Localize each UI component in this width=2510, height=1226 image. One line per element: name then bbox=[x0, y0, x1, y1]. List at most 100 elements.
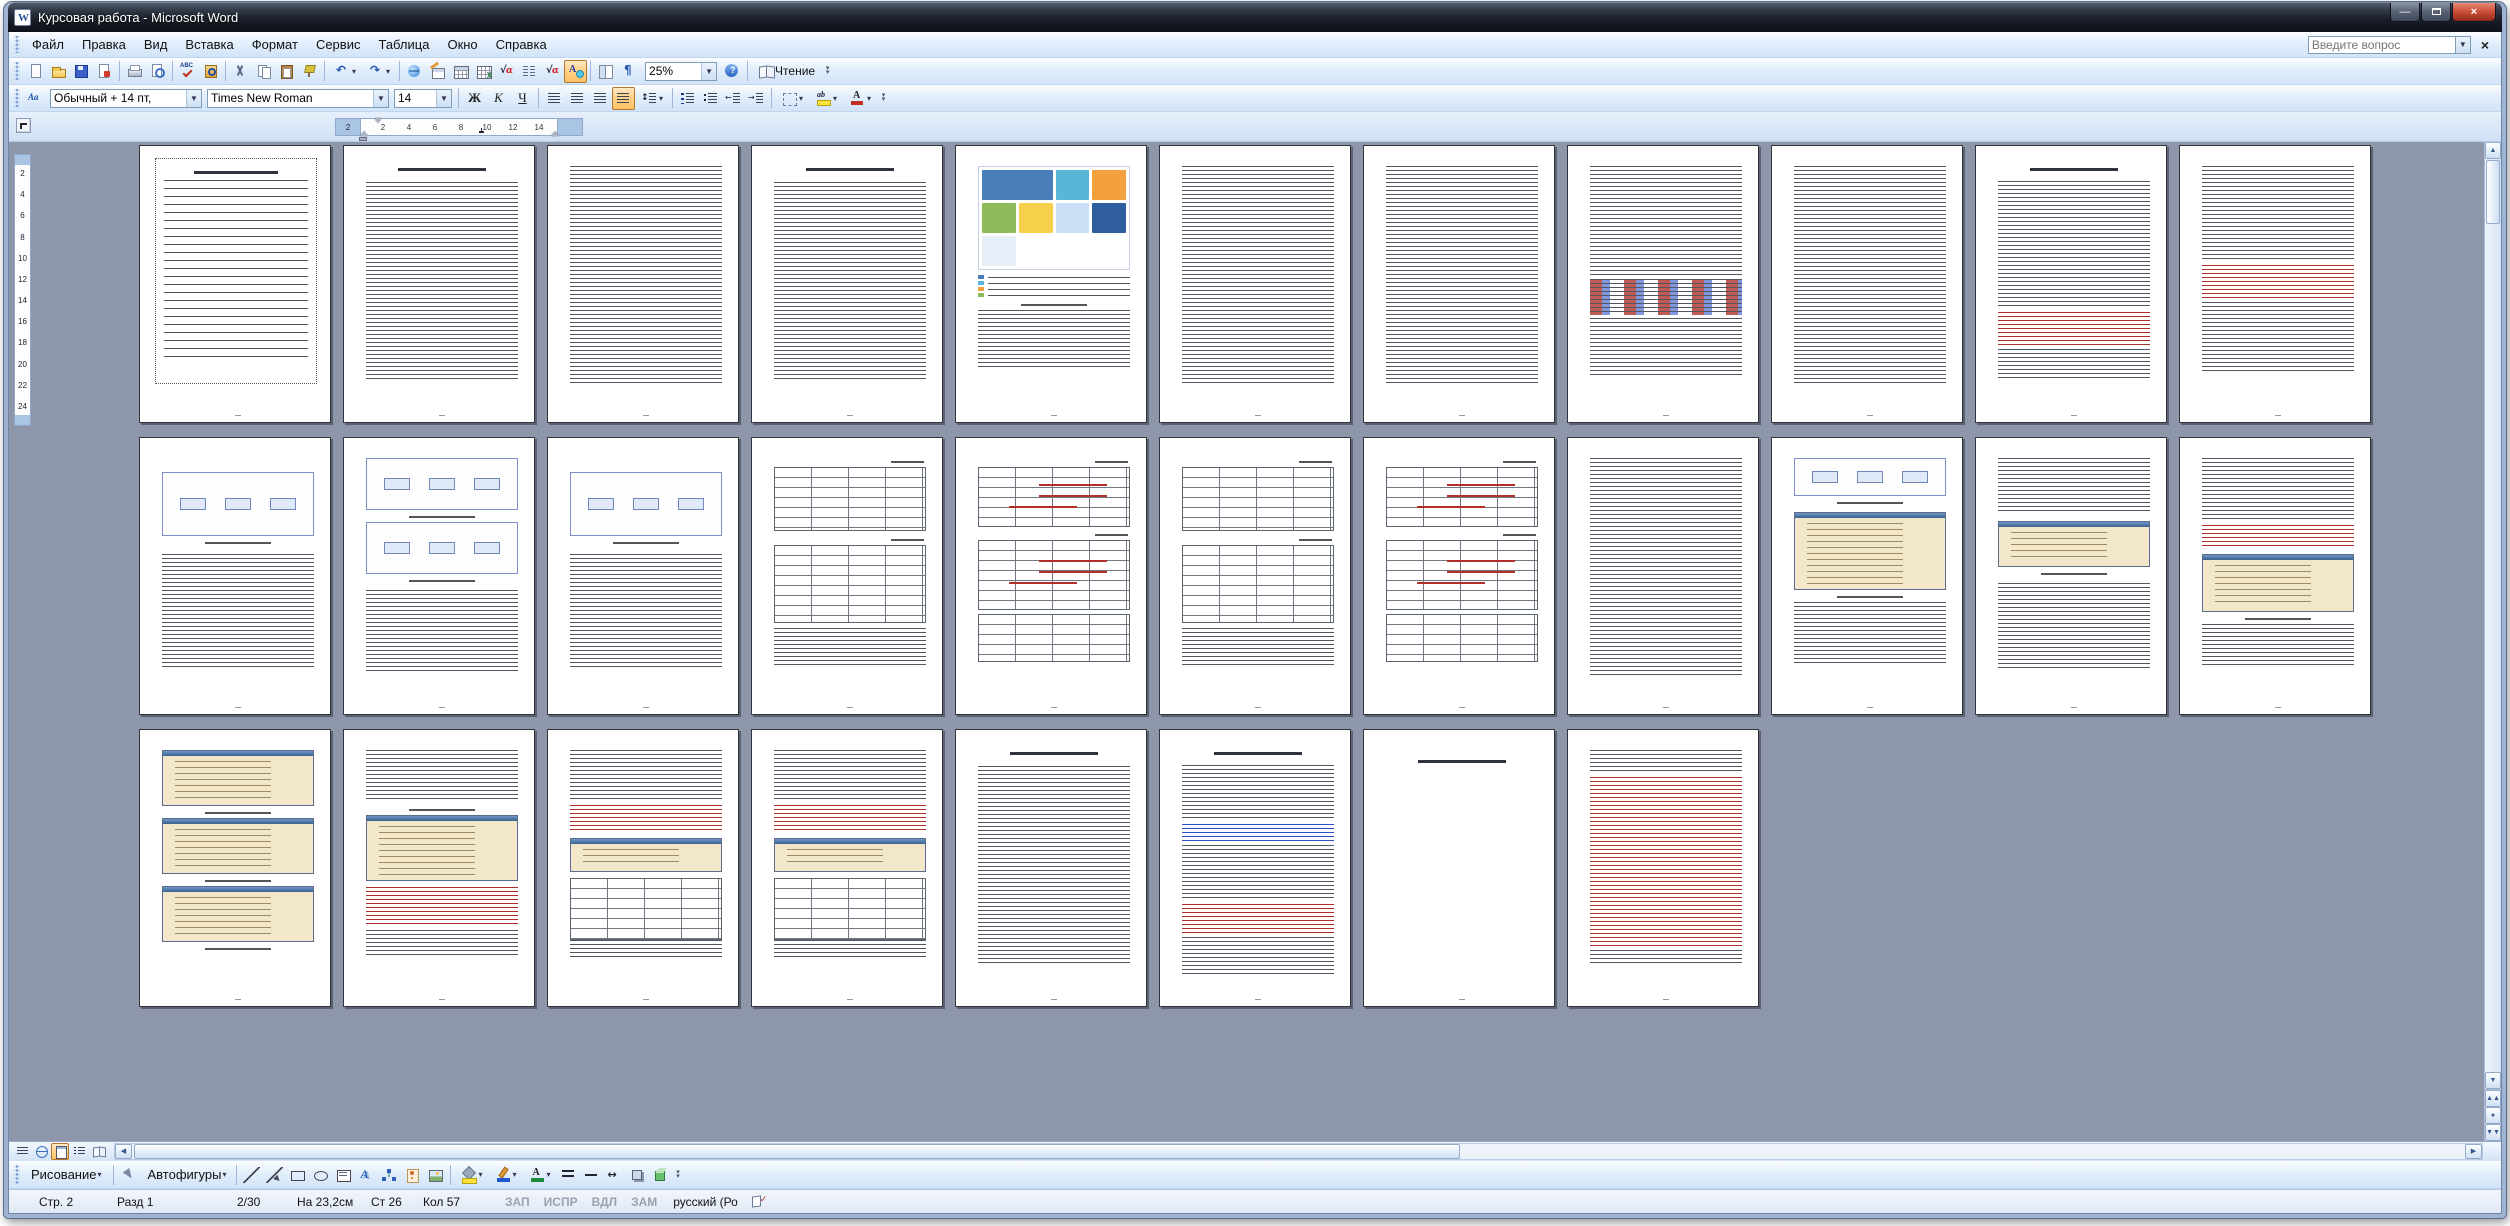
page-thumbnail-heading-text[interactable] bbox=[343, 145, 535, 423]
insert-excel-table-button[interactable] bbox=[472, 60, 495, 83]
undo-button[interactable]: ▾ bbox=[328, 60, 362, 83]
justify-button[interactable] bbox=[612, 87, 635, 110]
formula-button[interactable] bbox=[495, 60, 518, 83]
drawing-button[interactable] bbox=[564, 60, 587, 83]
bulleted-list-button[interactable] bbox=[699, 87, 722, 110]
page-thumbnail-appendix[interactable] bbox=[1363, 729, 1555, 1007]
page-thumbnail-tables-red[interactable] bbox=[955, 437, 1147, 715]
styles-and-formatting-button[interactable] bbox=[24, 87, 47, 110]
maximize-button[interactable] bbox=[2421, 3, 2451, 22]
toolbar-grip[interactable] bbox=[14, 36, 20, 54]
next-page-icon[interactable]: ▼▼ bbox=[2485, 1124, 2501, 1141]
scroll-right-icon[interactable]: ▶ bbox=[2465, 1144, 2482, 1159]
toolbar-options-icon[interactable]: ▾▾ bbox=[822, 60, 833, 83]
tab-type-selector[interactable] bbox=[16, 118, 31, 133]
close-button[interactable]: × bbox=[2452, 3, 2496, 22]
spelling-status-icon[interactable] bbox=[752, 1195, 768, 1208]
page-thumbnail-text[interactable] bbox=[547, 145, 739, 423]
right-indent-marker[interactable] bbox=[551, 127, 559, 136]
print-button[interactable] bbox=[123, 60, 146, 83]
arrow-button[interactable] bbox=[263, 1163, 286, 1186]
menu-view[interactable]: Вид bbox=[135, 33, 177, 56]
show-formatting-marks-button[interactable] bbox=[617, 60, 640, 83]
format-painter-button[interactable] bbox=[298, 60, 321, 83]
vertical-scrollbar[interactable]: ▲ ▼ ▲▲ ● ▼▼ bbox=[2484, 142, 2501, 1141]
menu-table[interactable]: Таблица bbox=[369, 33, 438, 56]
tables-and-borders-button[interactable] bbox=[426, 60, 449, 83]
toolbar-grip[interactable] bbox=[14, 1165, 20, 1184]
question-dropdown-icon[interactable]: ▼ bbox=[2456, 36, 2471, 54]
font-size-input[interactable] bbox=[395, 90, 436, 107]
select-browse-object-icon[interactable]: ● bbox=[2485, 1107, 2501, 1124]
3d-style-button[interactable] bbox=[649, 1163, 672, 1186]
page-thumbnail-diagram-2[interactable] bbox=[343, 437, 535, 715]
horizontal-scroll-thumb[interactable] bbox=[134, 1144, 1460, 1159]
page-thumbnail-text-red[interactable] bbox=[2179, 145, 2371, 423]
outline-view-button[interactable] bbox=[70, 1143, 88, 1160]
scroll-up-icon[interactable]: ▲ bbox=[2485, 142, 2501, 159]
page-thumbnail-screenshots-3[interactable] bbox=[139, 729, 331, 1007]
page-thumbnail-heading-text-red[interactable] bbox=[1975, 145, 2167, 423]
redo-button[interactable]: ▾ bbox=[362, 60, 396, 83]
read-button[interactable]: Чтение bbox=[752, 60, 821, 83]
ask-question-input[interactable] bbox=[2308, 36, 2456, 54]
insert-table-button[interactable] bbox=[449, 60, 472, 83]
page-thumbnail-text-colored[interactable] bbox=[1567, 145, 1759, 423]
font-input[interactable] bbox=[208, 90, 373, 107]
page-thumbnail-heading-text[interactable] bbox=[955, 729, 1147, 1007]
page-thumbnail-heading-text[interactable] bbox=[751, 145, 943, 423]
document-canvas[interactable] bbox=[35, 142, 2484, 1141]
document-map-button[interactable] bbox=[594, 60, 617, 83]
minimize-button[interactable]: — bbox=[2390, 3, 2420, 22]
page-thumbnail-text-red-table[interactable] bbox=[547, 729, 739, 1007]
wordart-button[interactable] bbox=[355, 1163, 378, 1186]
shadow-style-button[interactable] bbox=[626, 1163, 649, 1186]
style-dropdown-icon[interactable]: ▼ bbox=[186, 90, 201, 107]
page-thumbnail-tables[interactable] bbox=[751, 437, 943, 715]
menu-file[interactable]: Файл bbox=[23, 33, 73, 56]
font-size-combo[interactable]: ▼ bbox=[394, 89, 452, 108]
highlight-button[interactable]: ▾ bbox=[809, 87, 843, 110]
page-thumbnail-text-screenshot[interactable] bbox=[2179, 437, 2371, 715]
line-button[interactable] bbox=[240, 1163, 263, 1186]
diagram-chart-button[interactable] bbox=[378, 1163, 401, 1186]
bold-button[interactable]: Ж bbox=[463, 87, 486, 110]
spelling-button[interactable] bbox=[176, 60, 199, 83]
numbered-list-button[interactable] bbox=[676, 87, 699, 110]
fill-color-button[interactable]: ▾ bbox=[454, 1163, 488, 1186]
line-color-button[interactable]: ▾ bbox=[489, 1163, 523, 1186]
toolbar-grip[interactable] bbox=[14, 62, 20, 80]
rectangle-button[interactable] bbox=[286, 1163, 309, 1186]
page-thumbnail-diagram[interactable] bbox=[139, 437, 331, 715]
toolbar-options-icon[interactable]: ▾▾ bbox=[673, 1163, 684, 1186]
italic-button[interactable]: К bbox=[487, 87, 510, 110]
print-layout-view-button[interactable] bbox=[51, 1143, 69, 1160]
print-preview-button[interactable] bbox=[146, 60, 169, 83]
insert-hyperlink-button[interactable] bbox=[403, 60, 426, 83]
align-right-button[interactable] bbox=[589, 87, 612, 110]
reading-view-button[interactable] bbox=[89, 1143, 107, 1160]
research-button[interactable] bbox=[199, 60, 222, 83]
font-dropdown-icon[interactable]: ▼ bbox=[373, 90, 388, 107]
save-button[interactable] bbox=[70, 60, 93, 83]
page-thumbnail-figure-color[interactable] bbox=[955, 145, 1147, 423]
dash-style-button[interactable] bbox=[580, 1163, 603, 1186]
draw-menu-button[interactable]: Рисование ▾ bbox=[24, 1164, 109, 1186]
columns-button[interactable] bbox=[518, 60, 541, 83]
close-document-icon[interactable]: × bbox=[2481, 37, 2489, 53]
status-mode-вдл[interactable]: ВДЛ bbox=[592, 1195, 617, 1209]
page-thumbnail-toc[interactable] bbox=[139, 145, 331, 423]
status-mode-испр[interactable]: ИСПР bbox=[544, 1195, 578, 1209]
style-input[interactable] bbox=[51, 90, 186, 107]
vertical-ruler[interactable]: 24681012141618202224 bbox=[14, 154, 31, 426]
menu-edit[interactable]: Правка bbox=[73, 33, 135, 56]
web-layout-view-button[interactable] bbox=[32, 1143, 50, 1160]
toolbar-grip[interactable] bbox=[14, 89, 20, 107]
scroll-down-icon[interactable]: ▼ bbox=[2485, 1072, 2501, 1089]
formula-2-button[interactable] bbox=[541, 60, 564, 83]
page-thumbnail-text[interactable] bbox=[1567, 437, 1759, 715]
underline-button[interactable]: Ч bbox=[511, 87, 534, 110]
horizontal-scrollbar[interactable]: ◀ ▶ bbox=[114, 1143, 2483, 1160]
vertical-scroll-thumb[interactable] bbox=[2486, 160, 2500, 224]
copy-button[interactable] bbox=[252, 60, 275, 83]
